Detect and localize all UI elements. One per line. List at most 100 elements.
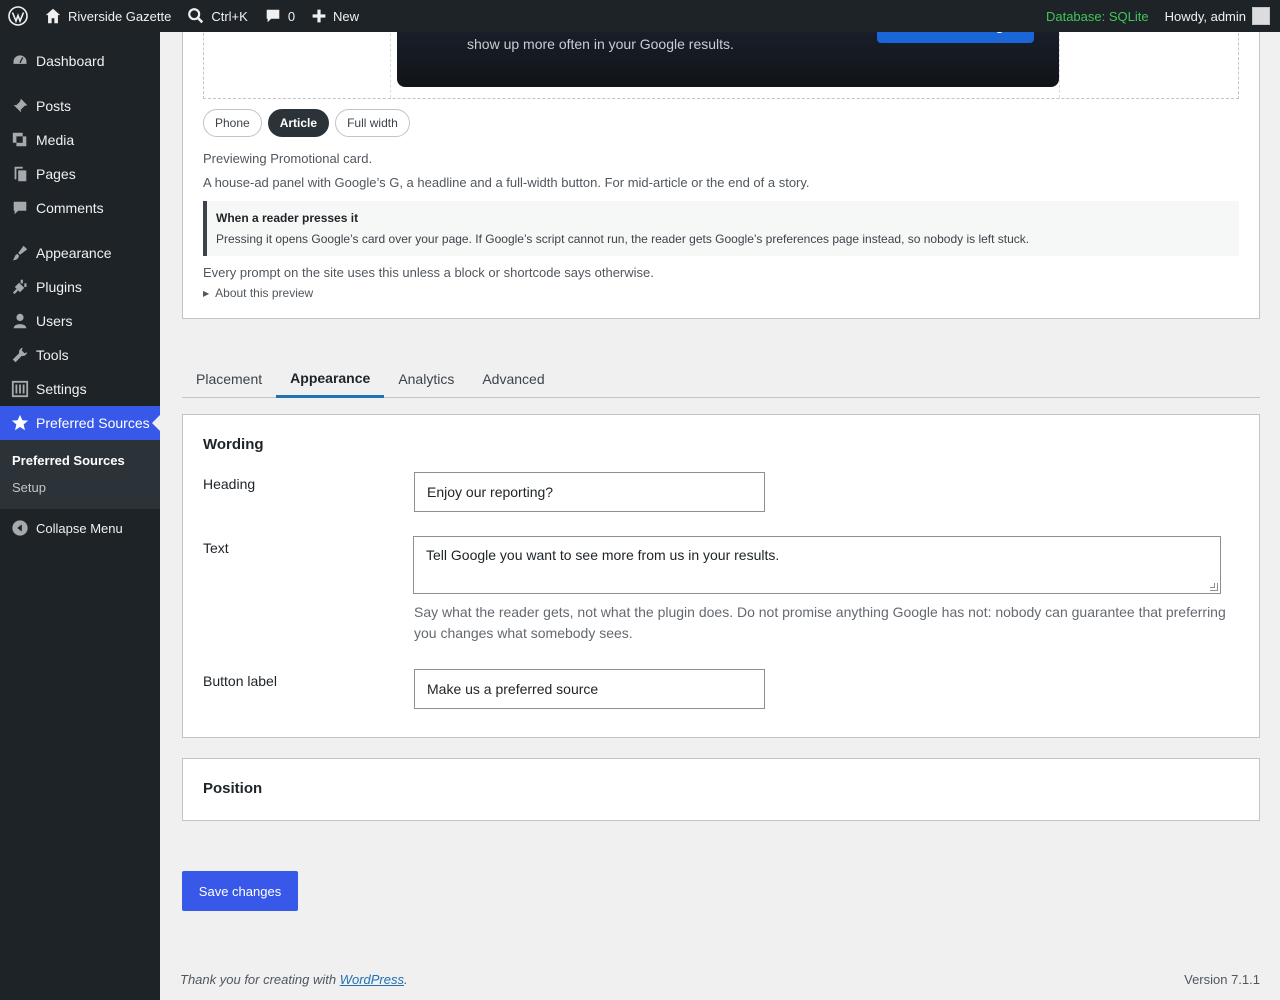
about-preview-label: About this preview [215,286,314,300]
submenu-item-setup[interactable]: Setup [0,474,160,501]
sidebar-item-pages[interactable]: Pages [0,157,160,191]
sidebar-item-label: Users [36,313,73,329]
mode-phone[interactable]: Phone [203,109,262,137]
sidebar-item-tools[interactable]: Tools [0,338,160,372]
site-name: Riverside Gazette [68,8,172,24]
collapse-menu-button[interactable]: Collapse Menu [0,511,160,545]
avatar [1252,7,1270,25]
sidebar-item-label: Pages [36,166,76,182]
button-label-input[interactable]: Make us a preferred source [414,669,765,709]
tab-appearance[interactable]: Appearance [276,360,385,398]
comment-icon [10,198,30,218]
tab-advanced[interactable]: Advanced [468,360,558,398]
sidebar-item-label: Comments [36,200,104,216]
pin-icon [10,96,30,116]
sidebar-item-label: Plugins [36,279,82,295]
sidebar-item-settings[interactable]: Settings [0,372,160,406]
pages-icon [10,164,30,184]
howdy-text: Howdy, admin [1164,8,1246,24]
callout-title: When a reader presses it [216,211,359,225]
home-icon [45,8,61,24]
tab-analytics[interactable]: Analytics [384,360,468,398]
sidebar-item-preferred-sources[interactable]: Preferred Sources [0,406,160,440]
mode-full-width[interactable]: Full width [335,109,410,137]
heading-input[interactable]: Enjoy our reporting? [414,472,765,512]
wording-title: Wording [203,436,264,453]
wordpress-logo-button[interactable] [0,0,36,32]
promo-card-preview: Add Riverside Gazette as a preferred sou… [397,23,1059,87]
command-search-button[interactable]: Ctrl+K [179,0,255,32]
sidebar-item-label: Media [36,132,75,148]
text-label: Text [203,540,229,556]
press-behavior-callout: When a reader presses it Pressing it ope… [203,201,1239,256]
callout-body: Pressing it opens Google’s card over you… [216,232,1030,246]
search-icon [188,8,204,24]
disclosure-triangle-icon: ▶ [203,288,210,298]
sidebar-item-dashboard[interactable]: Dashboard [0,44,160,78]
collapse-icon [10,518,30,538]
comments-count: 0 [287,8,296,24]
wrench-icon [10,345,30,365]
sidebar-item-users[interactable]: Users [0,304,160,338]
sidebar-item-appearance[interactable]: Appearance [0,236,160,270]
dashboard-icon [10,51,30,71]
preview-description: A house-ad panel with Google’s G, a head… [203,175,810,190]
default-note: Every prompt on the site uses this unles… [203,265,654,280]
save-button[interactable]: Save changes [182,871,298,911]
new-content-button[interactable]: New [303,0,367,32]
admin-footer: Thank you for creating with WordPress. V… [180,972,1260,987]
footer-thanks: Thank you for creating with WordPress. [180,972,408,987]
position-title: Position [203,780,263,797]
plus-icon [312,9,326,23]
tab-placement[interactable]: Placement [182,360,276,398]
sidebar-item-label: Settings [36,381,87,397]
previewing-text: Previewing Promotional card. [203,151,373,166]
mode-article[interactable]: Article [267,109,330,137]
preview-card: Add Riverside Gazette as a preferred sou… [182,22,1260,319]
plug-icon [10,277,30,297]
sidebar-item-label: Posts [36,98,72,114]
heading-label: Heading [203,476,256,492]
preferred-sources-submenu: Preferred Sources Setup [0,440,160,509]
wordpress-icon [8,6,28,26]
footer-thanks-prefix: Thank you for creating with [180,972,340,987]
version-text: Version 7.1.1 [1184,972,1260,987]
text-help: Say what the reader gets, not what the p… [414,604,1226,641]
resize-handle-icon[interactable] [1210,583,1218,591]
button-label-label: Button label [203,673,277,689]
preview-stage: Add Riverside Gazette as a preferred sou… [203,23,1239,99]
sidebar-item-media[interactable]: Media [0,123,160,157]
comments-link[interactable]: 0 [256,0,303,32]
star-icon [10,413,30,433]
account-menu[interactable]: Howdy, admin [1157,7,1280,25]
preview-mode-switcher: Phone Article Full width [203,109,410,137]
position-panel[interactable]: Position [182,758,1260,821]
brush-icon [10,243,30,263]
sidebar-item-label: Preferred Sources [36,415,150,431]
search-shortcut: Ctrl+K [211,8,248,24]
media-icon [10,130,30,150]
user-icon [10,311,30,331]
sidebar-item-label: Tools [36,347,69,363]
admin-bar: Riverside Gazette Ctrl+K 0 New Database:… [0,0,1280,32]
site-name-link[interactable]: Riverside Gazette [36,0,179,32]
sidebar-item-label: Dashboard [36,53,105,69]
sidebar-item-posts[interactable]: Posts [0,89,160,123]
admin-sidebar: Dashboard Posts Media Pages Comments App… [0,32,160,1000]
database-status: Database: SQLite [1045,8,1149,24]
new-label: New [333,8,360,24]
sidebar-item-plugins[interactable]: Plugins [0,270,160,304]
wordpress-link[interactable]: WordPress [340,972,404,987]
about-preview-toggle[interactable]: ▶ About this preview [203,286,313,300]
settings-icon [10,379,30,399]
comment-icon [266,9,280,23]
footer-thanks-suffix: . [404,972,408,987]
sidebar-item-label: Appearance [36,245,112,261]
collapse-menu-label: Collapse Menu [36,520,123,536]
text-value: Tell Google you want to see more from us… [426,547,780,563]
text-textarea[interactable]: Tell Google you want to see more from us… [413,536,1221,594]
sidebar-item-comments[interactable]: Comments [0,191,160,225]
settings-tabs: Placement Appearance Analytics Advanced [182,360,1260,398]
wording-panel: Wording Heading Enjoy our reporting? Tex… [182,414,1260,738]
submenu-item-preferred-sources[interactable]: Preferred Sources [0,447,160,474]
